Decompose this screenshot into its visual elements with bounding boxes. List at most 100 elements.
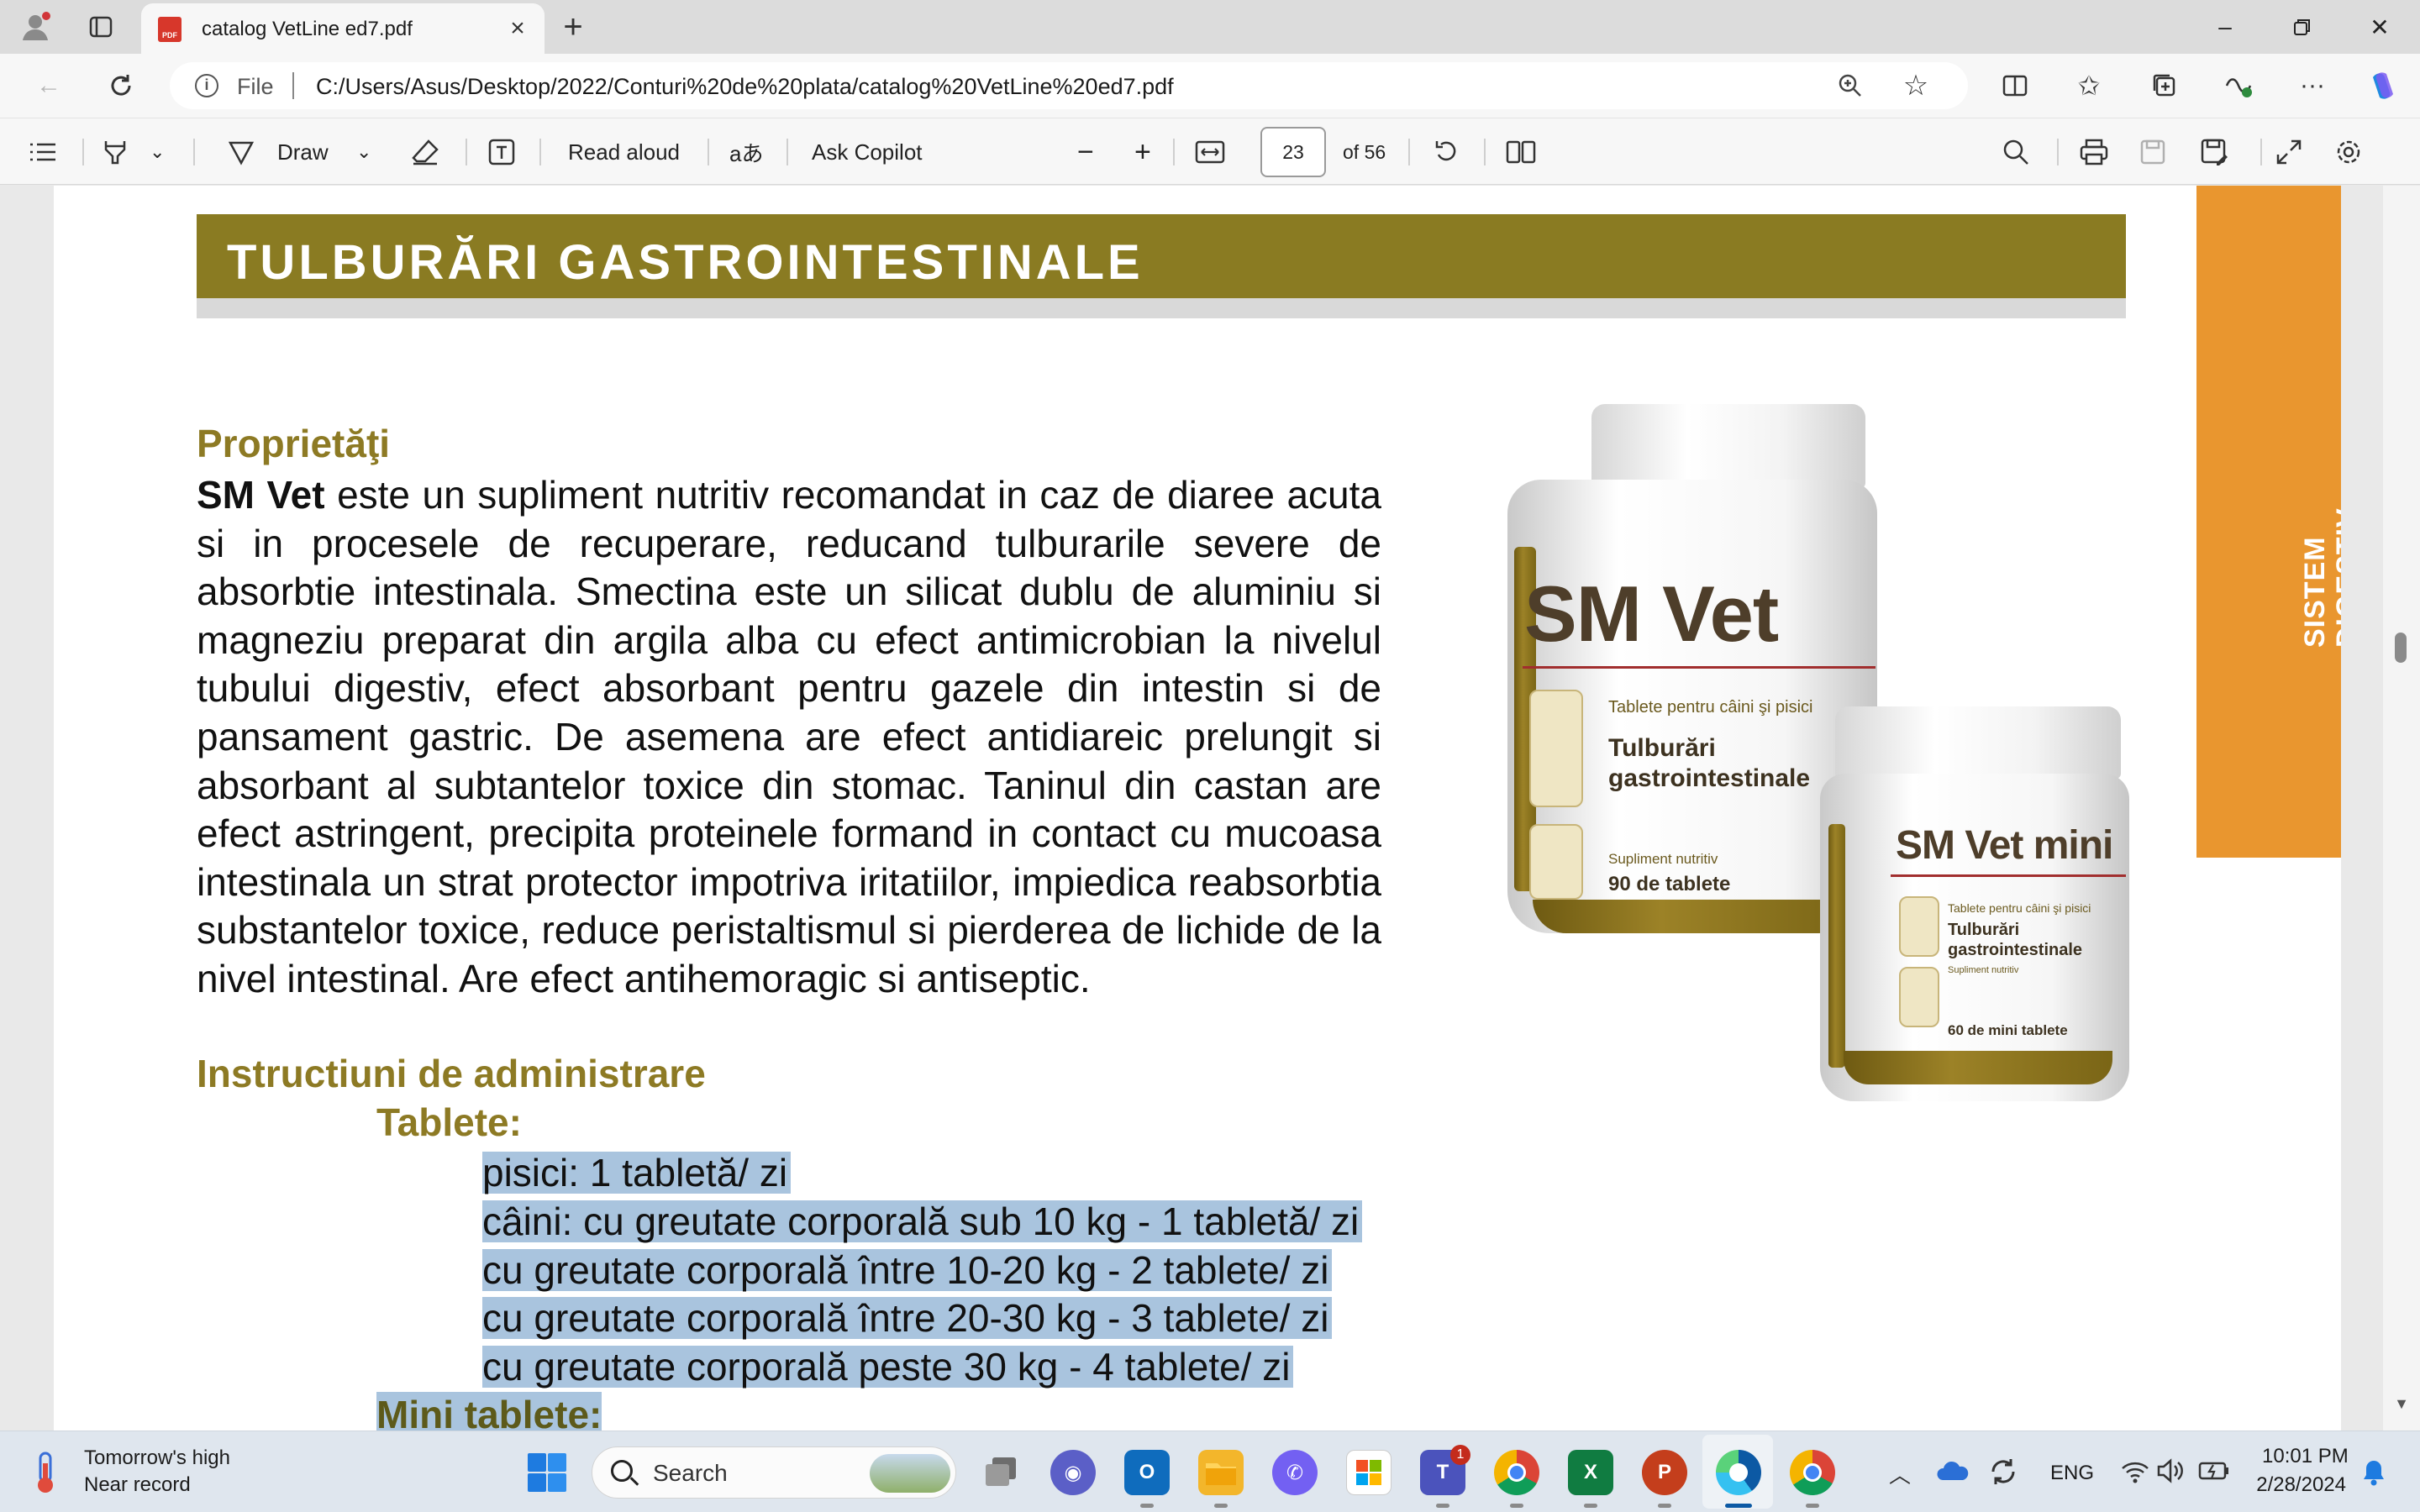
performance-icon[interactable] <box>2222 69 2255 102</box>
new-tab-icon[interactable]: + <box>553 7 593 47</box>
zoom-out-icon[interactable]: − <box>1077 136 1094 168</box>
page-number-input[interactable]: 23 <box>1260 127 1326 177</box>
chrome-icon[interactable] <box>1790 1450 1835 1495</box>
taskbar-search-input[interactable]: Search <box>592 1446 956 1499</box>
excel-icon[interactable]: X <box>1568 1450 1613 1495</box>
thermometer-icon[interactable] <box>29 1450 62 1499</box>
pdf-toolbar: ⌄ Draw ⌄ Read aloud aあ Ask Copilot − + 2… <box>0 118 2420 185</box>
task-view-icon[interactable] <box>978 1450 1023 1495</box>
windows-start-icon[interactable] <box>526 1452 568 1498</box>
dosage-line[interactable]: cu greutate corporală peste 30 kg - 4 ta… <box>482 1346 1294 1388</box>
toolbar-divider <box>1173 139 1175 165</box>
weather-line-1[interactable]: Tomorrow's high <box>84 1446 230 1470</box>
file-explorer-icon[interactable] <box>1198 1450 1244 1495</box>
dosage-line[interactable]: câini: cu greutate corporală sub 10 kg -… <box>482 1200 1363 1242</box>
ask-copilot-button[interactable]: Ask Copilot <box>812 137 923 167</box>
info-icon[interactable]: i <box>195 74 218 97</box>
url-text[interactable]: C:/Users/Asus/Desktop/2022/Conturi%20de%… <box>316 74 1174 100</box>
toolbar-divider <box>708 139 709 165</box>
contents-icon[interactable] <box>29 137 57 167</box>
read-aloud-button[interactable]: Read aloud <box>568 137 680 167</box>
side-tab-label[interactable]: SISTEM DIGESTIV <box>2299 507 2341 648</box>
explorer-running-indicator <box>1214 1504 1228 1508</box>
toolbar-divider <box>1484 139 1486 165</box>
vertical-scrollbar[interactable]: ▲ ▼ <box>2383 186 2420 1431</box>
scroll-down-arrow-icon[interactable]: ▼ <box>2391 1395 2412 1413</box>
profile-icon[interactable] <box>15 7 55 47</box>
dosage-line[interactable]: cu greutate corporală între 20-30 kg - 3… <box>482 1297 1333 1339</box>
draw-options-chevron-down-icon[interactable]: ⌄ <box>356 137 371 167</box>
large-jar-purpose-line-2: gastrointestinale <box>1608 764 1811 792</box>
clock-date[interactable]: 2/28/2024 <box>2249 1473 2346 1497</box>
more-menu-icon[interactable]: ··· <box>2296 69 2329 102</box>
url-divider <box>292 72 294 99</box>
microsoft-store-icon[interactable] <box>1346 1450 1392 1495</box>
pdf-page[interactable]: TULBURĂRI GASTROINTESTINALE SISTEM DIGES… <box>54 186 2341 1431</box>
volume-icon[interactable] <box>2156 1458 2185 1488</box>
wifi-icon[interactable] <box>2121 1460 2149 1488</box>
minimize-button[interactable]: – <box>2186 0 2264 54</box>
translate-icon[interactable]: aあ <box>729 137 763 167</box>
close-tab-icon[interactable]: × <box>502 13 533 44</box>
close-window-button[interactable]: ✕ <box>2341 0 2418 54</box>
zoom-icon[interactable] <box>1833 69 1867 102</box>
favorites-icon[interactable]: ✩ <box>2072 69 2106 102</box>
pdf-viewer[interactable]: TULBURĂRI GASTROINTESTINALE SISTEM DIGES… <box>0 186 2420 1431</box>
search-icon[interactable] <box>2002 137 2030 167</box>
edge-browser-icon[interactable] <box>1716 1450 1761 1495</box>
chrome-profile-s-icon[interactable] <box>1494 1450 1539 1495</box>
properties-paragraph[interactable]: SM Vet este un supliment nutritiv recoma… <box>197 471 1381 1004</box>
properties-body-text: este un supliment nutritiv recomandat in… <box>197 473 1381 1000</box>
zoom-in-icon[interactable]: + <box>1134 136 1151 168</box>
copilot-icon[interactable] <box>2366 69 2400 102</box>
address-field[interactable]: i File C:/Users/Asus/Desktop/2022/Contur… <box>170 62 1968 109</box>
print-icon[interactable] <box>2079 137 2109 167</box>
teams-chat-icon[interactable]: ◉ <box>1050 1450 1096 1495</box>
battery-icon[interactable] <box>2198 1460 2230 1486</box>
refresh-icon[interactable] <box>104 69 138 102</box>
viber-icon[interactable]: ✆ <box>1272 1450 1318 1495</box>
favorite-star-icon[interactable]: ☆ <box>1899 69 1933 102</box>
powerpoint-icon[interactable]: P <box>1642 1450 1687 1495</box>
restore-button[interactable] <box>2264 0 2341 54</box>
scrollbar-thumb[interactable] <box>2395 633 2407 663</box>
onedrive-icon[interactable] <box>1936 1458 1970 1488</box>
highlight-options-chevron-down-icon[interactable]: ⌄ <box>150 137 165 167</box>
large-jar-lid <box>1591 404 1865 488</box>
rotate-icon[interactable] <box>1432 137 1460 167</box>
save-as-icon[interactable] <box>2200 137 2228 167</box>
settings-gear-icon[interactable] <box>2334 137 2363 167</box>
sync-icon[interactable] <box>1988 1457 2018 1491</box>
draw-button[interactable]: Draw <box>227 137 329 167</box>
fullscreen-icon[interactable] <box>2275 137 2302 167</box>
page-view-icon[interactable] <box>1506 137 1536 167</box>
save-icon[interactable] <box>2139 137 2166 167</box>
back-arrow-icon[interactable]: ← <box>32 69 66 102</box>
eraser-icon[interactable] <box>410 137 440 167</box>
dosage-line[interactable]: pisici: 1 tabletă/ zi <box>482 1152 792 1194</box>
highlight-icon[interactable] <box>101 137 129 167</box>
collections-icon[interactable] <box>2148 69 2181 102</box>
tab-actions-icon[interactable] <box>81 7 121 47</box>
add-text-icon[interactable] <box>487 137 516 167</box>
show-hidden-icons-chevron-up-icon[interactable]: ︿ <box>1889 1458 1911 1489</box>
outlook-icon[interactable]: O <box>1124 1450 1170 1495</box>
split-screen-icon[interactable] <box>1998 69 2032 102</box>
fit-width-icon[interactable] <box>1195 137 1225 167</box>
small-jar-lid <box>1835 706 2121 779</box>
small-jar-count: 60 de mini tablete <box>1948 1022 2068 1038</box>
mini-tablets-heading[interactable]: Mini tablete: <box>376 1392 602 1431</box>
product-name-bold: SM Vet <box>197 473 325 517</box>
tab-catalog-pdf[interactable]: PDF catalog VetLine ed7.pdf × <box>141 3 544 54</box>
small-jar-gold-stripe <box>1828 824 1845 1068</box>
page-title[interactable]: TULBURĂRI GASTROINTESTINALE <box>227 234 1144 291</box>
notifications-bell-icon[interactable] <box>2361 1458 2386 1491</box>
dosage-line[interactable]: cu greutate corporală între 10-20 kg - 2… <box>482 1249 1333 1291</box>
weather-line-2[interactable]: Near record <box>84 1473 191 1497</box>
language-indicator[interactable]: ENG <box>2050 1462 2094 1485</box>
tablets-heading[interactable]: Tablete: <box>376 1100 522 1145</box>
small-jar-subtitle: Tablete pentru câini şi pisici <box>1948 901 2091 915</box>
administration-heading[interactable]: Instructiuni de administrare <box>197 1051 706 1096</box>
properties-heading[interactable]: Proprietăţi <box>197 421 390 466</box>
clock-time[interactable]: 10:01 PM <box>2262 1445 2349 1468</box>
